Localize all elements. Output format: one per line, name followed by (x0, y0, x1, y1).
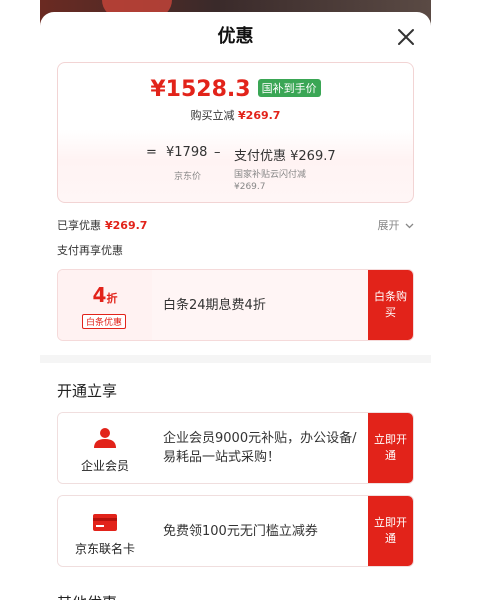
subsidy-price-tag: 国补到手价 (257, 78, 321, 97)
pay-discount: 支付优惠 ¥269.7 (234, 149, 336, 164)
discount-rate: 4折 (58, 283, 152, 307)
baitiao-badge: 白条优惠 (82, 314, 127, 329)
minus-sign: – (214, 145, 221, 160)
baitiao-discount-desc: 白条24期息费4折 (163, 297, 266, 313)
discount-rate-unit: 折 (106, 292, 118, 305)
jd-cobrand-open-button[interactable]: 立即开通 (368, 496, 413, 566)
close-icon[interactable] (395, 26, 417, 48)
sheet-title: 优惠 (217, 26, 254, 47)
pay-discount-note: 国家补贴云闪付减 ¥269.7 (234, 169, 306, 193)
enterprise-member-desc: 企业会员9000元补贴，办公设备/易耗品一站式采购！ (163, 431, 357, 465)
discount-sheet: 优惠 ¥1528.3 国补到手价 购买立减 ¥269.7 = ¥1798 – 支… (40, 12, 431, 600)
enterprise-member-label: 企业会员 (80, 459, 129, 473)
jd-cobrand-left: 京东联名卡 (58, 496, 152, 566)
jd-cobrand-label: 京东联名卡 (74, 542, 135, 556)
pay-discount-note-line1: 国家补贴云闪付减 (234, 170, 307, 180)
price-summary-card: ¥1528.3 国补到手价 购买立减 ¥269.7 = ¥1798 – 支付优惠… (57, 62, 414, 203)
enterprise-member-card[interactable]: 企业会员 企业会员9000元补贴，办公设备/易耗品一站式采购！ 立即开通 (57, 412, 414, 484)
credit-card-icon (93, 514, 117, 531)
expand-label: 展开 (377, 219, 400, 232)
equals-sign: = (146, 145, 157, 160)
jd-cobrand-desc: 免费领100元无门槛立减券 (163, 523, 318, 539)
enterprise-member-left: 企业会员 (58, 413, 152, 483)
final-price-row: ¥1528.3 国补到手价 (58, 77, 413, 102)
instant-discount-row: 购买立减 ¥269.7 (58, 107, 413, 123)
enjoyed-amount: ¥269.7 (105, 219, 148, 232)
final-price: ¥1528.3 (150, 77, 251, 102)
enjoyed-discount: 已享优惠 ¥269.7 (57, 217, 147, 233)
section-divider (40, 355, 431, 363)
discount-rate-number: 4 (92, 283, 107, 307)
baitiao-discount-card[interactable]: 4折 白条优惠 白条24期息费4折 白条购买 (57, 269, 414, 341)
pay-discount-note-line2: ¥269.7 (234, 182, 266, 192)
enjoyed-label: 已享优惠 (57, 219, 101, 232)
jd-cobrand-card[interactable]: 京东联名卡 免费领100元无门槛立减券 立即开通 (57, 495, 414, 567)
instant-discount-label: 购买立减 (190, 109, 235, 122)
baitiao-buy-button[interactable]: 白条购买 (368, 270, 413, 340)
baitiao-discount-left: 4折 白条优惠 (58, 270, 152, 340)
other-section-title: 其他优惠 (57, 592, 117, 600)
price-breakdown-row: = ¥1798 – 支付优惠 ¥269.7 (58, 145, 413, 165)
expand-toggle[interactable]: 展开 (378, 217, 415, 233)
user-icon (94, 428, 116, 448)
jd-price-label: 京东价 (174, 172, 202, 182)
chevron-down-icon (405, 223, 414, 229)
jd-price: ¥1798 (166, 145, 208, 160)
instant-discount-amount: ¥269.7 (238, 109, 281, 122)
open-section-title: 开通立享 (57, 382, 118, 400)
pay-discount-section-title: 支付再享优惠 (57, 244, 123, 257)
sheet-header: 优惠 (40, 24, 431, 50)
enterprise-member-open-button[interactable]: 立即开通 (368, 413, 413, 483)
